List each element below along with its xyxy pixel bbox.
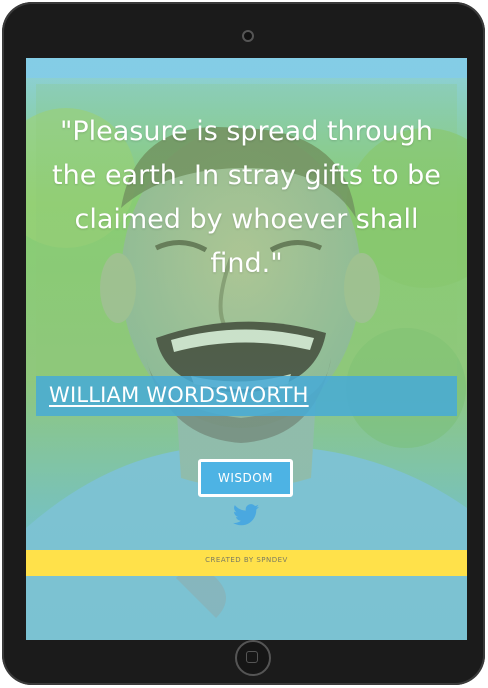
app-screen: "Pleasure is spread through the earth. I… [26, 58, 467, 640]
twitter-icon[interactable] [233, 504, 259, 526]
tablet-frame: "Pleasure is spread through the earth. I… [2, 2, 485, 685]
home-button[interactable] [235, 640, 271, 676]
author-bar: WILLIAM WORDSWORTH [36, 376, 457, 416]
wisdom-button[interactable]: WISDOM [198, 459, 293, 497]
author-link[interactable]: WILLIAM WORDSWORTH [49, 380, 309, 410]
front-camera [242, 30, 254, 42]
credit-text: CREATED BY SPNDEV [205, 556, 288, 564]
quote-text: "Pleasure is spread through the earth. I… [52, 116, 441, 279]
